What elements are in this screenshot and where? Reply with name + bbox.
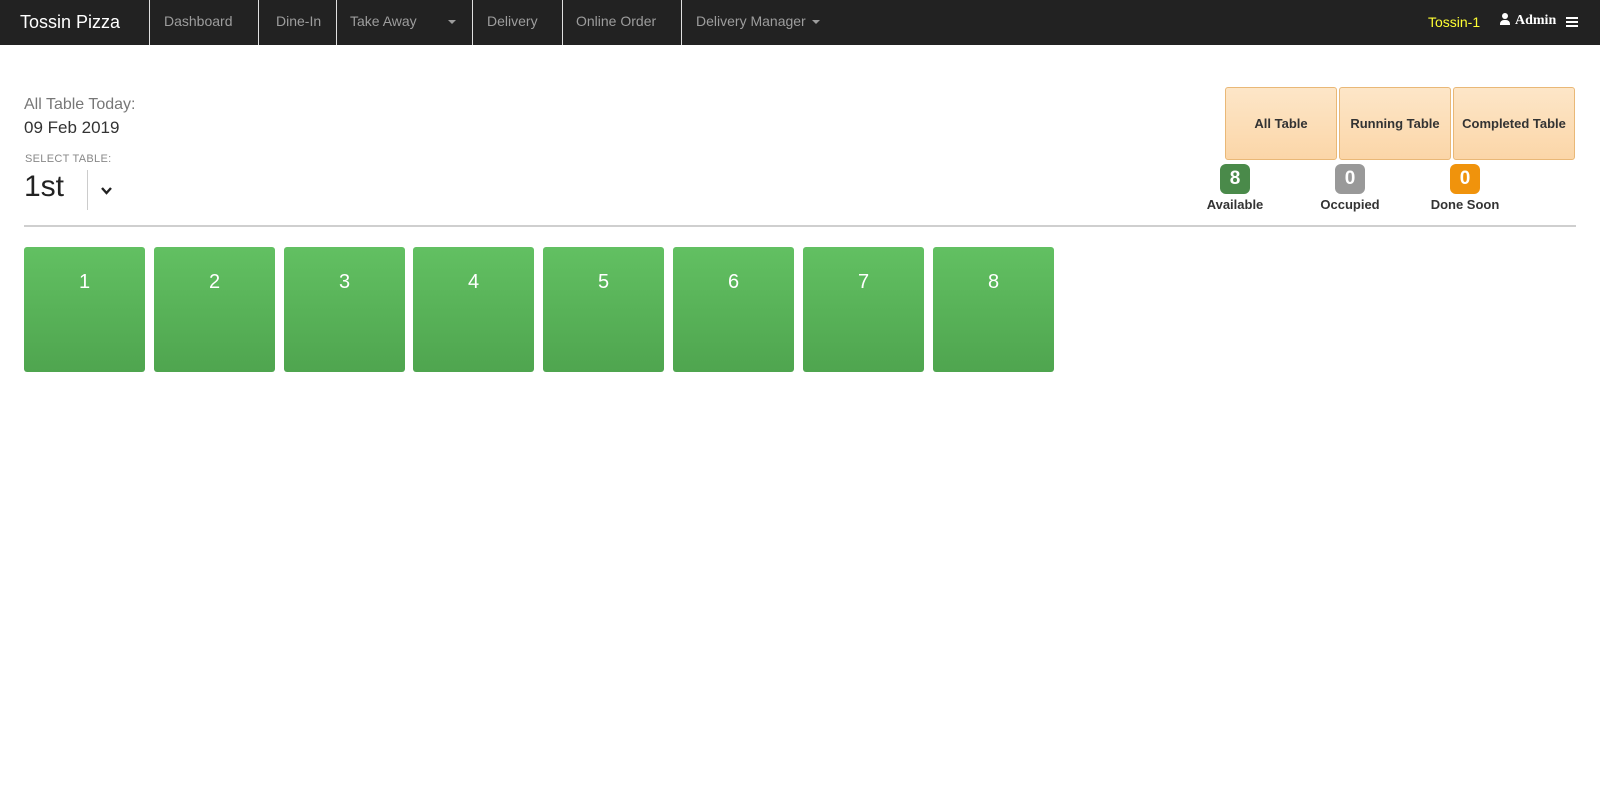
hamburger-menu-icon[interactable] xyxy=(1566,17,1578,28)
nav-delivery-manager[interactable]: Delivery Manager xyxy=(696,0,820,45)
top-navbar: Tossin Pizza Dashboard Dine-In Take Away… xyxy=(0,0,1600,45)
table-tile-5[interactable]: 5 xyxy=(543,247,664,372)
nav-online-order[interactable]: Online Order xyxy=(576,0,656,45)
table-tile-8[interactable]: 8 xyxy=(933,247,1054,372)
table-tile-6[interactable]: 6 xyxy=(673,247,794,372)
table-tile-4[interactable]: 4 xyxy=(413,247,534,372)
nav-delivery-manager-label: Delivery Manager xyxy=(696,13,806,29)
select-divider xyxy=(87,170,88,210)
section-divider xyxy=(24,225,1576,227)
today-label: All Table Today: xyxy=(24,96,136,113)
available-label: Available xyxy=(1206,197,1264,212)
running-table-button[interactable]: Running Table xyxy=(1339,87,1451,160)
nav-divider xyxy=(472,0,473,45)
nav-divider xyxy=(681,0,682,45)
nav-delivery[interactable]: Delivery xyxy=(487,0,538,45)
nav-divider xyxy=(336,0,337,45)
nav-dashboard[interactable]: Dashboard xyxy=(164,0,233,45)
nav-divider xyxy=(562,0,563,45)
chevron-down-icon[interactable] xyxy=(101,186,112,196)
occupied-label: Occupied xyxy=(1320,197,1380,212)
caret-down-icon xyxy=(811,20,820,25)
store-name[interactable]: Tossin-1 xyxy=(1428,0,1480,45)
caret-down-icon[interactable] xyxy=(448,20,456,24)
table-tile-7[interactable]: 7 xyxy=(803,247,924,372)
nav-take-away-label: Take Away xyxy=(350,13,417,29)
floor-select[interactable]: 1st xyxy=(24,170,64,204)
table-tile-1[interactable]: 1 xyxy=(24,247,145,372)
nav-divider xyxy=(149,0,150,45)
table-tile-3[interactable]: 3 xyxy=(284,247,405,372)
occupied-count-badge: 0 xyxy=(1335,164,1365,194)
nav-take-away[interactable]: Take Away xyxy=(350,0,417,45)
brand-logo[interactable]: Tossin Pizza xyxy=(20,0,120,45)
table-tile-2[interactable]: 2 xyxy=(154,247,275,372)
nav-divider xyxy=(258,0,259,45)
user-icon xyxy=(1500,13,1510,27)
done-soon-label: Done Soon xyxy=(1430,197,1500,212)
completed-table-button[interactable]: Completed Table xyxy=(1453,87,1575,160)
today-date: 09 Feb 2019 xyxy=(24,118,120,137)
nav-dine-in[interactable]: Dine-In xyxy=(276,0,321,45)
user-menu[interactable]: Admin xyxy=(1515,0,1556,42)
all-table-button[interactable]: All Table xyxy=(1225,87,1337,160)
available-count-badge: 8 xyxy=(1220,164,1250,194)
done-soon-count-badge: 0 xyxy=(1450,164,1480,194)
select-table-label: SELECT TABLE: xyxy=(25,153,112,165)
